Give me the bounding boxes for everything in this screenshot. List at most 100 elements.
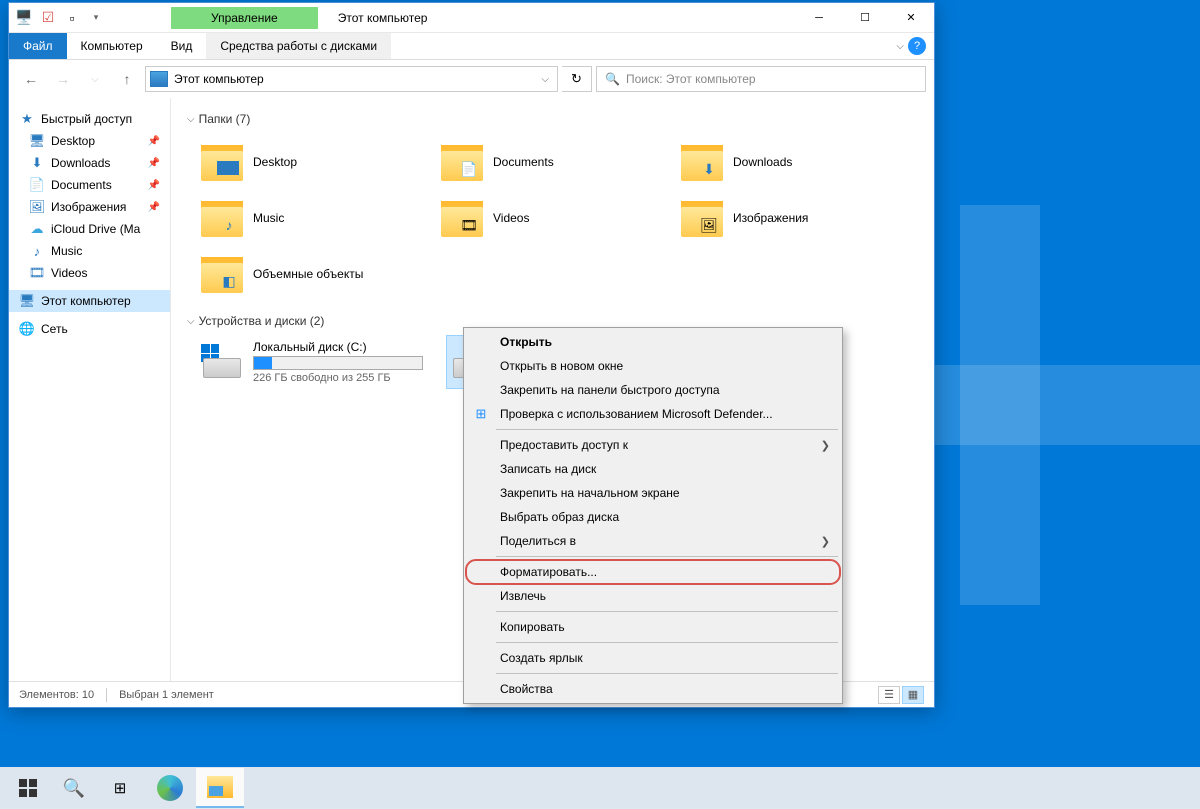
folder-3d-objects[interactable]: ◧Объемные объекты: [197, 246, 437, 302]
drive-usage-bar: [253, 356, 423, 370]
refresh-button[interactable]: ↻: [562, 66, 592, 92]
folder-downloads[interactable]: ⬇Downloads: [677, 134, 917, 190]
sidebar-item-music[interactable]: ♪Music: [9, 240, 170, 262]
desktop-icon: 🖥: [29, 133, 45, 149]
start-button[interactable]: [4, 768, 52, 808]
sidebar-item-documents[interactable]: 📄Documents📌: [9, 174, 170, 196]
music-overlay-icon: ♪: [219, 215, 239, 235]
ctx-burn-disc[interactable]: Записать на диск: [466, 457, 840, 481]
sidebar-item-videos[interactable]: 🎞Videos: [9, 262, 170, 284]
ctx-give-access[interactable]: Предоставить доступ к❯: [466, 433, 840, 457]
ribbon-tab-file[interactable]: Файл: [9, 33, 67, 59]
folders-group-header[interactable]: ⌵ Папки (7): [187, 112, 918, 126]
ribbon: Файл Компьютер Вид Средства работы с дис…: [9, 33, 934, 60]
sidebar-item-pictures[interactable]: 🖼Изображения📌: [9, 196, 170, 218]
sidebar-network[interactable]: 🌐Сеть: [9, 318, 170, 340]
minimize-button[interactable]: ─: [796, 3, 842, 33]
folder-pictures[interactable]: 🖼Изображения: [677, 190, 917, 246]
shield-icon: ⊞: [472, 405, 490, 423]
ribbon-tab-view[interactable]: Вид: [157, 33, 207, 59]
qat-dropdown-icon[interactable]: ▾: [85, 7, 107, 29]
qat-computer-icon[interactable]: 🖥️: [13, 7, 35, 29]
ctx-open-new-window[interactable]: Открыть в новом окне: [466, 354, 840, 378]
titlebar: 🖥️ ☑ ▫ ▾ Управление Этот компьютер ─ ☐ ✕: [9, 3, 934, 33]
submenu-arrow-icon: ❯: [821, 439, 830, 452]
nav-recent-dropdown[interactable]: ⌵: [81, 65, 109, 93]
ctx-open[interactable]: Открыть: [466, 330, 840, 354]
status-selected: Выбран 1 элемент: [119, 689, 214, 701]
search-box[interactable]: 🔍 Поиск: Этот компьютер: [596, 66, 926, 92]
sidebar-item-downloads[interactable]: ⬇Downloads📌: [9, 152, 170, 174]
status-item-count: Элементов: 10: [19, 689, 94, 701]
sidebar-this-pc[interactable]: 🖥Этот компьютер: [9, 290, 170, 312]
ctx-properties[interactable]: Свойства: [466, 677, 840, 701]
chevron-down-icon: ⌵: [187, 316, 195, 327]
ctx-select-image[interactable]: Выбрать образ диска: [466, 505, 840, 529]
ribbon-tab-drive-tools[interactable]: Средства работы с дисками: [206, 33, 391, 59]
submenu-arrow-icon: ❯: [821, 535, 830, 548]
download-overlay-icon: ⬇: [699, 159, 719, 179]
sidebar-item-icloud[interactable]: ☁iCloud Drive (Ma: [9, 218, 170, 240]
picture-overlay-icon: 🖼: [699, 215, 719, 235]
view-large-icons-button[interactable]: ▦: [902, 686, 924, 704]
search-placeholder: Поиск: Этот компьютер: [626, 72, 756, 86]
context-menu: Открыть Открыть в новом окне Закрепить н…: [463, 327, 843, 704]
drive-icon: [201, 340, 243, 380]
document-overlay-icon: 📄: [459, 159, 479, 179]
pin-icon: 📌: [148, 180, 164, 191]
maximize-button[interactable]: ☐: [842, 3, 888, 33]
nav-up-button[interactable]: ↑: [113, 65, 141, 93]
ctx-eject[interactable]: Извлечь: [466, 584, 840, 608]
chevron-down-icon: ⌵: [187, 114, 195, 125]
pin-icon: 📌: [148, 202, 164, 213]
search-icon: 🔍: [605, 72, 620, 86]
close-button[interactable]: ✕: [888, 3, 934, 33]
ribbon-tab-computer[interactable]: Компьютер: [67, 33, 157, 59]
drives-group-header[interactable]: ⌵ Устройства и диски (2): [187, 314, 918, 328]
nav-forward-button[interactable]: →: [49, 65, 77, 93]
taskbar-explorer-button[interactable]: [196, 768, 244, 808]
navigation-pane: ★ Быстрый доступ 🖥Desktop📌 ⬇Downloads📌 📄…: [9, 98, 171, 681]
ctx-format[interactable]: Форматировать...: [466, 560, 840, 584]
video-overlay-icon: 🎞: [459, 215, 479, 235]
cloud-icon: ☁: [29, 221, 45, 237]
computer-icon: 🖥: [19, 293, 35, 309]
ctx-copy[interactable]: Копировать: [466, 615, 840, 639]
folder-music[interactable]: ♪Music: [197, 190, 437, 246]
drive-free-text: 226 ГБ свободно из 255 ГБ: [253, 372, 423, 384]
taskbar-edge-button[interactable]: [146, 768, 194, 808]
address-box[interactable]: Этот компьютер ⌵: [145, 66, 558, 92]
ctx-share[interactable]: Поделиться в❯: [466, 529, 840, 553]
sidebar-item-desktop[interactable]: 🖥Desktop📌: [9, 130, 170, 152]
folder-documents[interactable]: 📄Documents: [437, 134, 677, 190]
pin-icon: 📌: [148, 158, 164, 169]
view-details-button[interactable]: ☰: [878, 686, 900, 704]
taskbar-search-button[interactable]: 🔍: [54, 768, 94, 808]
window-title: Этот компьютер: [338, 11, 796, 25]
video-icon: 🎞: [29, 265, 45, 281]
nav-back-button[interactable]: ←: [17, 65, 45, 93]
ctx-defender-scan[interactable]: ⊞Проверка с использованием Microsoft Def…: [466, 402, 840, 426]
ctx-create-shortcut[interactable]: Создать ярлык: [466, 646, 840, 670]
network-icon: 🌐: [19, 321, 35, 337]
sidebar-quick-access[interactable]: ★ Быстрый доступ: [9, 108, 170, 130]
ctx-pin-quick-access[interactable]: Закрепить на панели быстрого доступа: [466, 378, 840, 402]
document-icon: 📄: [29, 177, 45, 193]
manage-contextual-tab[interactable]: Управление: [171, 7, 318, 29]
address-bar: ← → ⌵ ↑ Этот компьютер ⌵ ↻ 🔍 Поиск: Этот…: [9, 60, 934, 98]
qat-new-icon[interactable]: ▫: [61, 7, 83, 29]
edge-icon: [157, 775, 183, 801]
taskbar-taskview-button[interactable]: ⊞: [96, 768, 144, 808]
star-icon: ★: [19, 111, 35, 127]
drive-local-c[interactable]: Локальный диск (C:) 226 ГБ свободно из 2…: [197, 336, 427, 388]
address-path: Этот компьютер: [174, 72, 531, 86]
cube-overlay-icon: ◧: [219, 271, 239, 291]
folder-videos[interactable]: 🎞Videos: [437, 190, 677, 246]
qat-properties-icon[interactable]: ☑: [37, 7, 59, 29]
ctx-pin-start[interactable]: Закрепить на начальном экране: [466, 481, 840, 505]
help-icon[interactable]: ?: [908, 37, 926, 55]
address-dropdown-icon[interactable]: ⌵: [537, 74, 553, 85]
pin-icon: 📌: [148, 136, 164, 147]
folder-desktop[interactable]: Desktop: [197, 134, 437, 190]
ribbon-expand-icon[interactable]: ⌵: [896, 41, 904, 52]
